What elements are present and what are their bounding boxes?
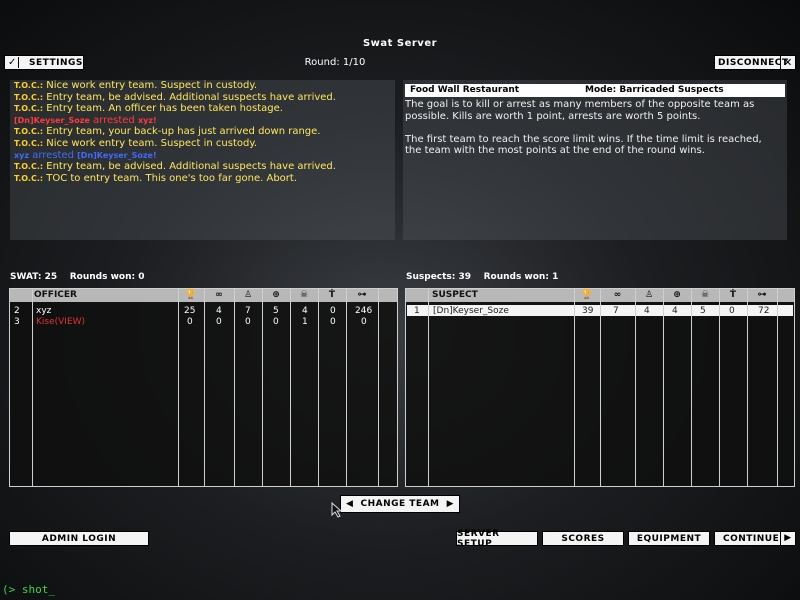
chat-line: T.O.C.: Nice work entry team. Suspect in…: [14, 137, 258, 149]
admin-login-button[interactable]: ADMIN LOGIN: [9, 531, 149, 546]
chat-line: xyz arrested [Dn]Keyser_Soze!: [14, 149, 157, 161]
change-team-label: CHANGE TEAM: [360, 499, 440, 509]
server-title: Swat Server: [362, 38, 438, 49]
trophy-icon: 🏆: [185, 290, 197, 300]
chat-line: T.O.C.: Nice work entry team. Suspect in…: [14, 80, 258, 91]
kneeling-figure-icon: ♙: [243, 290, 253, 300]
settings-label: SETTINGS: [29, 57, 83, 68]
close-icon: ✕: [780, 56, 795, 69]
handcuffs-icon: ∞: [215, 290, 223, 300]
map-info-header: Food Wall Restaurant Mode: Barricaded Su…: [405, 84, 785, 97]
mode-description: The goal is to kill or arrest as many me…: [405, 99, 775, 157]
description-paragraph: The goal is to kill or arrest as many me…: [405, 99, 755, 122]
continue-button[interactable]: CONTINUE ▶: [714, 531, 796, 546]
disconnect-button[interactable]: DISCONNECT ✕: [714, 55, 796, 70]
chat-line: T.O.C.: Entry team, your back-up has jus…: [14, 126, 321, 138]
chat-line: T.O.C.: Entry team, be advised. Addition…: [14, 91, 336, 103]
console-prompt[interactable]: (> shot_: [2, 583, 55, 596]
swat-scoreboard: OFFICER 🏆 ∞ ♙ ⊕ ☠ Ṫ ⊶ 2 xyz 25 4 7 5 4 0…: [9, 288, 398, 487]
skull-icon: ☠: [299, 290, 309, 300]
goblet-icon: Ṫ: [729, 290, 737, 300]
skull-icon: ☠: [700, 290, 710, 300]
game-mode: Mode: Barricaded Suspects: [585, 85, 724, 95]
map-name: Food Wall Restaurant: [410, 85, 520, 95]
network-ping-icon: ⊶: [757, 290, 767, 300]
swat-summary: SWAT: 25 Rounds won: 0: [10, 272, 145, 282]
kneeling-figure-icon: ♙: [644, 290, 654, 300]
map-info-panel: Food Wall Restaurant Mode: Barricaded Su…: [403, 80, 787, 240]
mouse-cursor-icon: [331, 502, 343, 518]
arrow-right-icon: ▶: [780, 532, 795, 545]
chat-line: T.O.C.: Entry team, be advised. Addition…: [14, 161, 336, 173]
change-team-button[interactable]: ◀ CHANGE TEAM ▶: [340, 495, 460, 513]
arrow-left-icon[interactable]: ◀: [346, 496, 353, 512]
chat-log: T.O.C.: Nice work entry team. Suspect in…: [10, 80, 395, 240]
chat-line: T.O.C.: Entry team. An officer has been …: [14, 103, 283, 115]
scores-button[interactable]: SCORES: [542, 531, 624, 546]
round-counter: Round: 1/10: [304, 57, 366, 68]
continue-label: CONTINUE: [723, 533, 780, 544]
suspect-column-header: SUSPECT: [432, 290, 478, 300]
network-ping-icon: ⊶: [357, 290, 367, 300]
chat-line: T.O.C.: TOC to entry team. This one's to…: [14, 172, 297, 184]
suspects-summary: Suspects: 39 Rounds won: 1: [406, 272, 559, 282]
goblet-icon: Ṫ: [328, 290, 336, 300]
officer-column-header: OFFICER: [34, 290, 77, 300]
crosshair-icon: ⊕: [272, 290, 280, 300]
description-paragraph: The first team to reach the score limit …: [405, 133, 762, 157]
settings-button[interactable]: ✓ SETTINGS: [4, 55, 84, 70]
suspects-scoreboard: SUSPECT 🏆 ∞ ♙ ⊕ ☠ Ṫ ⊶ 1 [Dn]Keyser_Soze …: [405, 288, 795, 487]
chat-line: [Dn]Keyser_Soze arrested xyz!: [14, 114, 157, 126]
crosshair-icon: ⊕: [673, 290, 681, 300]
checkmark-icon: ✓: [7, 57, 19, 68]
disconnect-label: DISCONNECT: [718, 57, 789, 68]
arrow-right-icon[interactable]: ▶: [447, 496, 454, 512]
server-setup-button[interactable]: SERVER SETUP: [456, 529, 538, 549]
equipment-button[interactable]: EQUIPMENT: [628, 531, 710, 546]
trophy-icon: 🏆: [581, 290, 593, 300]
handcuffs-icon: ∞: [613, 290, 622, 300]
